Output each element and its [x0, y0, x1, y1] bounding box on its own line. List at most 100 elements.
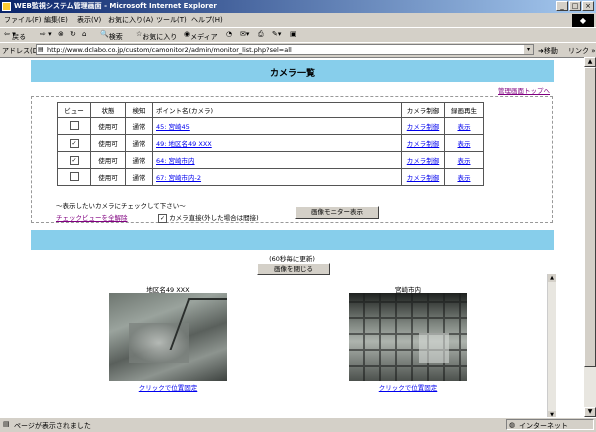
- scroll-down-icon[interactable]: ▼: [584, 407, 596, 417]
- detect-cell: 通常: [125, 134, 153, 152]
- address-dropdown-icon[interactable]: ▾: [524, 45, 533, 54]
- view-checkbox[interactable]: [69, 120, 79, 130]
- zone-label: インターネット: [519, 422, 568, 430]
- col-play: 録画再生: [444, 102, 484, 118]
- page-done-icon: ▤: [3, 420, 10, 428]
- playback-link[interactable]: 表示: [458, 140, 471, 148]
- camera-2-image[interactable]: [349, 293, 467, 381]
- mail-icon[interactable]: ✉▾: [240, 30, 249, 38]
- discuss-icon[interactable]: ▣: [290, 30, 297, 38]
- status-bar: ▤ ページが表示されました ◍ インターネット: [0, 417, 596, 432]
- point-link[interactable]: 45: 宮崎45: [156, 123, 190, 131]
- home-icon[interactable]: ⌂: [82, 30, 86, 38]
- camera-control-link[interactable]: カメラ制御: [407, 157, 440, 165]
- ie-window-icon: [2, 2, 11, 11]
- search-label: 検索: [108, 33, 123, 41]
- detect-cell: 通常: [125, 151, 153, 169]
- detect-cell: 通常: [125, 168, 153, 186]
- media-label: メディア: [190, 33, 218, 41]
- edit-icon[interactable]: ✎▾: [272, 30, 281, 38]
- table-row: ✓ 使用可 通常 49: 地区名49 XXX カメラ制御 表示: [57, 134, 484, 152]
- playback-link[interactable]: 表示: [458, 174, 471, 182]
- page-scrollbar[interactable]: ▲ ▼: [584, 57, 596, 417]
- maximize-button[interactable]: □: [569, 1, 581, 11]
- camera-1-image[interactable]: [109, 293, 227, 381]
- menu-edit[interactable]: 編集(E): [44, 15, 68, 25]
- back-label: 戻る: [12, 33, 27, 41]
- direct-camera-label: カメラ直接(外した場合は間接): [169, 214, 259, 222]
- monitor-display-button[interactable]: 画像モニター表示: [295, 206, 379, 219]
- refresh-note: (60秒毎に更新): [269, 255, 315, 263]
- media-button[interactable]: ◉ メディア: [184, 30, 218, 41]
- camera-2-fix-link[interactable]: クリックで位置固定: [348, 382, 468, 392]
- view-checkbox[interactable]: [69, 171, 79, 181]
- page-title: カメラ一覧: [269, 69, 315, 79]
- favorites-button[interactable]: ☆ お気に入り: [136, 30, 177, 41]
- toolbar: ⇦ 戻る ▾ ⇨ ▾ ⊗ ↻ ⌂ 🔍 検索 ☆ お気に入り ◉ メディア ◔ ✉▾ ⎙…: [0, 27, 596, 42]
- point-link[interactable]: 64: 宮崎市内: [156, 157, 195, 165]
- detect-cell: 通常: [125, 117, 153, 135]
- col-status: 状態: [90, 102, 126, 118]
- status-cell: 使用可: [90, 151, 126, 169]
- camera-control-link[interactable]: カメラ制御: [407, 140, 440, 148]
- status-text: ページが表示されました: [14, 422, 91, 430]
- frame-scroll-up-icon[interactable]: ▲: [548, 274, 556, 282]
- admin-top-link[interactable]: 管理画面トップへ: [498, 85, 550, 95]
- refresh-icon[interactable]: ↻: [70, 30, 76, 38]
- history-icon[interactable]: ◔: [226, 30, 232, 38]
- camera-control-link[interactable]: カメラ制御: [407, 123, 440, 131]
- address-bar: アドレス(D) ▤ http://www.dclabo.co.jp/custom…: [0, 42, 596, 57]
- point-link[interactable]: 67: 宮崎市内-2: [156, 174, 201, 182]
- col-detect: 検知: [125, 102, 153, 118]
- point-link[interactable]: 49: 地区名49 XXX: [156, 140, 212, 148]
- view-checkbox[interactable]: ✓: [69, 138, 79, 148]
- go-button[interactable]: ➜移動: [538, 46, 558, 56]
- menu-favorites[interactable]: お気に入り(A): [108, 15, 153, 25]
- scroll-thumb[interactable]: [584, 67, 596, 367]
- links-button[interactable]: リンク »: [568, 46, 596, 56]
- col-control: カメラ制御: [401, 102, 445, 118]
- address-input[interactable]: ▤ http://www.dclabo.co.jp/custom/camonit…: [36, 44, 534, 55]
- minimize-button[interactable]: _: [556, 1, 568, 11]
- frame-scrollbar[interactable]: ▲ ▼: [547, 274, 556, 419]
- col-view: ビュー: [57, 102, 91, 118]
- status-cell: 使用可: [90, 117, 126, 135]
- menu-bar: ファイル(F) 編集(E) 表示(V) お気に入り(A) ツール(T) ヘルプ(…: [0, 13, 596, 26]
- stop-icon[interactable]: ⊗: [58, 30, 64, 38]
- scroll-up-icon[interactable]: ▲: [584, 57, 596, 67]
- menu-tools[interactable]: ツール(T): [156, 15, 187, 25]
- selection-hint: ～表示したいカメラにチェックして下さい～: [56, 202, 186, 210]
- window-title: WEB監視システム管理画面 - Microsoft Internet Explo…: [14, 2, 217, 10]
- back-button[interactable]: ⇦ 戻る ▾: [4, 30, 26, 41]
- camera-table: ビュー 状態 検知 ポイント名(カメラ) カメラ制御 録画再生 使用可 通常 4…: [57, 102, 484, 186]
- camera-1-fix-link[interactable]: クリックで位置固定: [108, 382, 228, 392]
- playback-link[interactable]: 表示: [458, 157, 471, 165]
- page-icon: ▤: [38, 46, 44, 53]
- title-bar: WEB監視システム管理画面 - Microsoft Internet Explo…: [0, 0, 596, 13]
- table-header-row: ビュー 状態 検知 ポイント名(カメラ) カメラ制御 録画再生: [57, 102, 484, 118]
- menu-help[interactable]: ヘルプ(H): [191, 15, 223, 25]
- menu-file[interactable]: ファイル(F): [4, 15, 42, 25]
- print-icon[interactable]: ⎙: [258, 30, 264, 39]
- security-zone: ◍ インターネット: [506, 419, 594, 430]
- close-window-button[interactable]: ×: [582, 1, 594, 11]
- globe-icon: ◍: [509, 421, 516, 429]
- address-url: http://www.dclabo.co.jp/custom/camonitor…: [47, 46, 292, 54]
- menu-view[interactable]: 表示(V): [77, 15, 101, 25]
- camera-control-link[interactable]: カメラ制御: [407, 174, 440, 182]
- forward-button[interactable]: ⇨ ▾: [40, 30, 52, 38]
- table-row: 使用可 通常 67: 宮崎市内-2 カメラ制御 表示: [57, 168, 484, 186]
- direct-camera-checkbox[interactable]: ✓: [158, 214, 167, 223]
- close-images-button[interactable]: 画像を閉じる: [257, 263, 330, 275]
- search-button[interactable]: 🔍 検索: [100, 30, 123, 41]
- separator-band: [31, 230, 554, 250]
- direct-camera-option: ✓ カメラ直接(外した場合は間接): [158, 212, 259, 223]
- view-checkbox[interactable]: ✓: [69, 155, 79, 165]
- col-point: ポイント名(カメラ): [152, 102, 402, 118]
- windows-logo-icon: ◆: [572, 14, 594, 28]
- favorites-label: お気に入り: [142, 33, 178, 41]
- status-cell: 使用可: [90, 134, 126, 152]
- playback-link[interactable]: 表示: [458, 123, 471, 131]
- clear-all-link[interactable]: チェックビューを全解除: [56, 212, 128, 222]
- links-label: リンク: [568, 47, 589, 55]
